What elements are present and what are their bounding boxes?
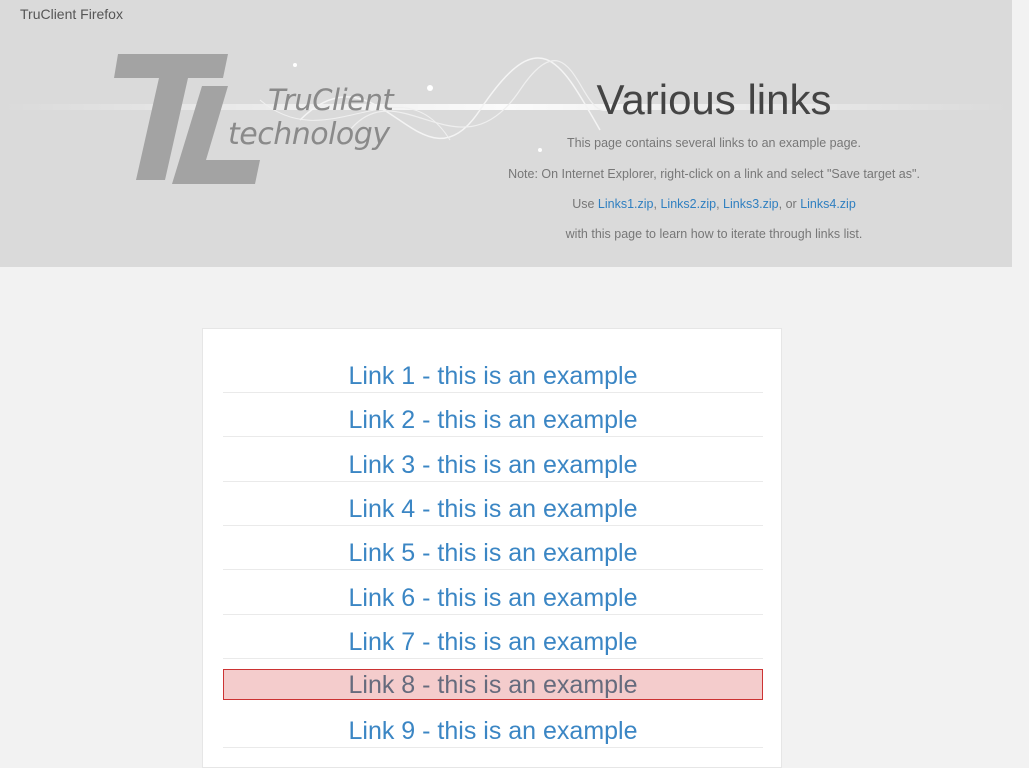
ie-note: Note: On Internet Explorer, right-click … (508, 167, 920, 181)
zip-links-line: Use Links1.zip, Links2.zip, Links3.zip, … (572, 197, 856, 211)
link-row-3: Link 3 - this is an example (223, 438, 763, 482)
window-title: TruClient Firefox (20, 6, 123, 22)
link-8[interactable]: Link 8 - this is an example (348, 671, 637, 699)
link-row-2: Link 2 - this is an example (223, 393, 763, 437)
link-1[interactable]: Link 1 - this is an example (348, 362, 637, 390)
link-row-6: Link 6 - this is an example (223, 571, 763, 615)
links3-zip-link[interactable]: Links3.zip (723, 197, 779, 211)
logo-text-technology: technology (228, 117, 390, 152)
links2-zip-link[interactable]: Links2.zip (660, 197, 716, 211)
link-row-8-highlighted: Link 8 - this is an example (223, 669, 763, 700)
link-6[interactable]: Link 6 - this is an example (348, 584, 637, 612)
link-row-5: Link 5 - this is an example (223, 526, 763, 570)
link-5[interactable]: Link 5 - this is an example (348, 539, 637, 567)
link-4[interactable]: Link 4 - this is an example (348, 495, 637, 523)
link-row-4: Link 4 - this is an example (223, 482, 763, 526)
link-3[interactable]: Link 3 - this is an example (348, 451, 637, 479)
page-header: TruClient Firefox TruClient technology V… (0, 0, 1012, 267)
link-9[interactable]: Link 9 - this is an example (348, 717, 637, 745)
links4-zip-link[interactable]: Links4.zip (800, 197, 856, 211)
link-2[interactable]: Link 2 - this is an example (348, 406, 637, 434)
use-prefix: Use (572, 197, 595, 211)
link-row-9: Link 9 - this is an example (223, 704, 763, 748)
page-description: This page contains several links to an e… (567, 136, 861, 150)
link-7[interactable]: Link 7 - this is an example (348, 628, 637, 656)
page-title: Various links (596, 76, 832, 123)
links-panel: Link 1 - this is an example Link 2 - thi… (202, 328, 782, 768)
iterate-hint: with this page to learn how to iterate t… (565, 227, 863, 241)
link-row-7: Link 7 - this is an example (223, 615, 763, 659)
link-row-1: Link 1 - this is an example (223, 349, 763, 393)
links1-zip-link[interactable]: Links1.zip (598, 197, 654, 211)
logo-text-truclient: TruClient (268, 83, 394, 117)
